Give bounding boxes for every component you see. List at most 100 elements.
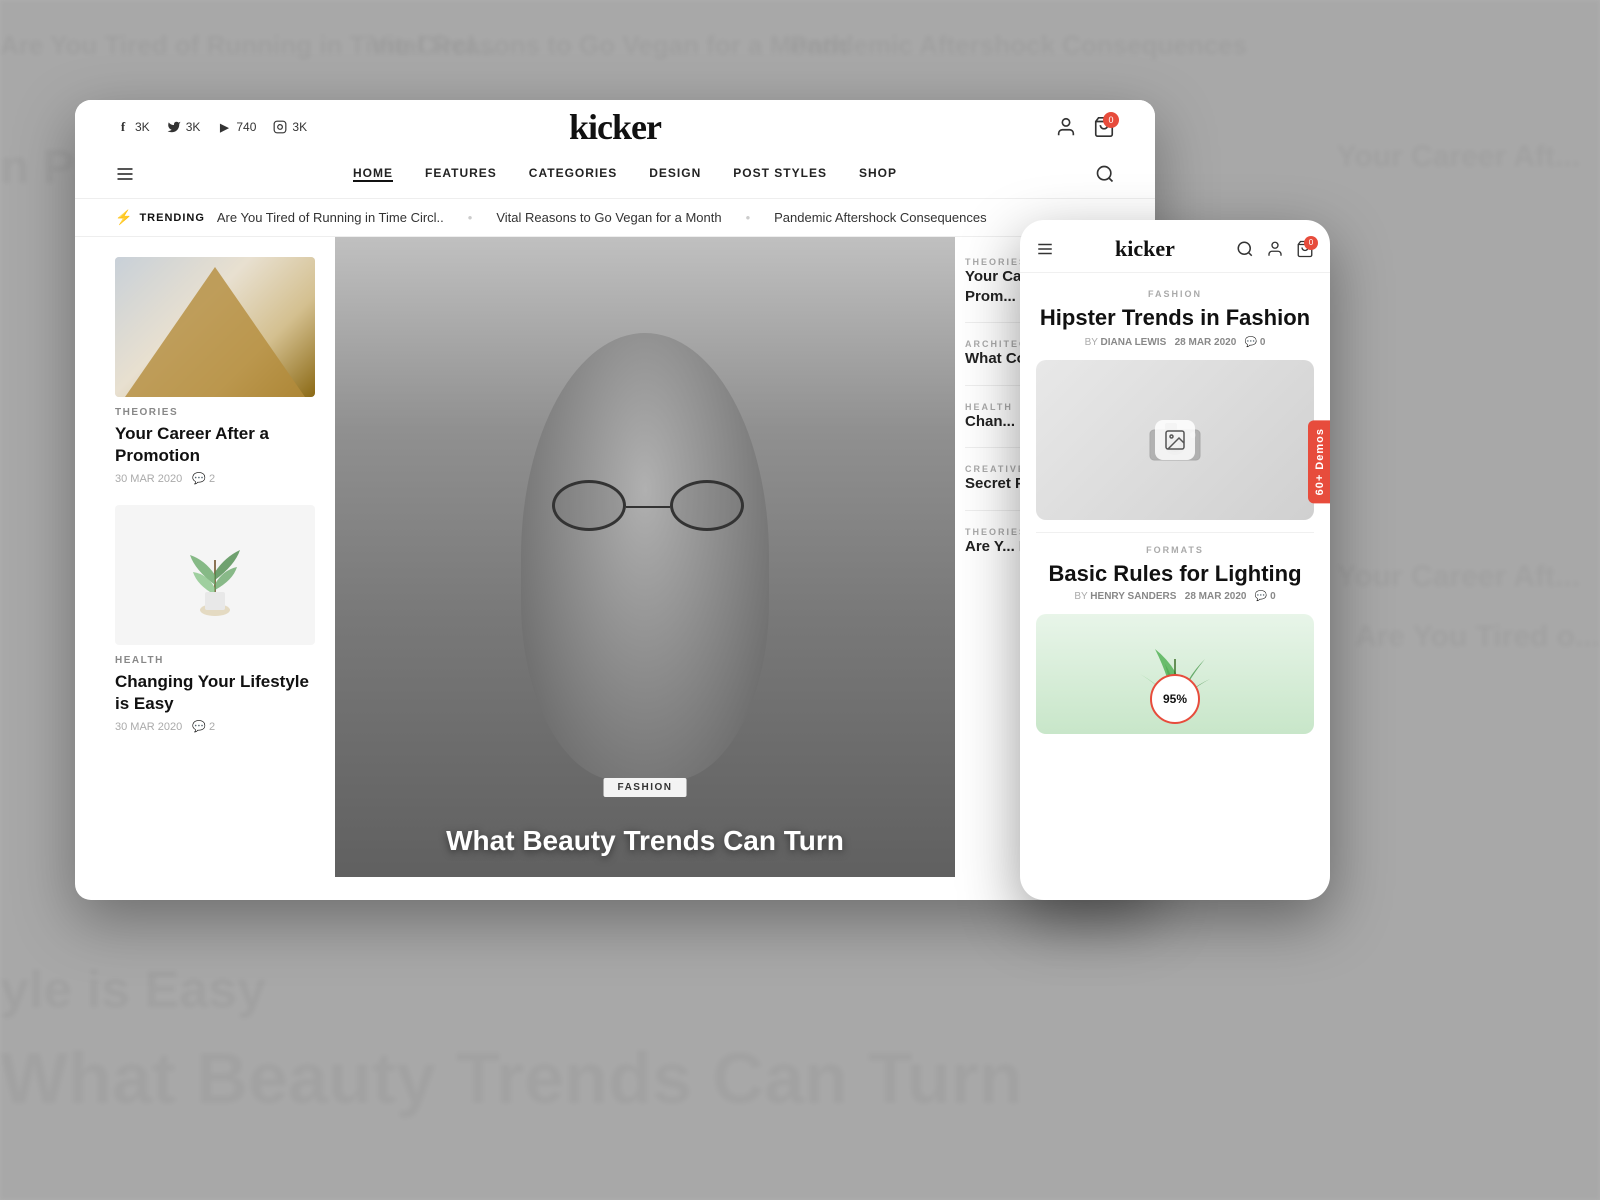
mobile-date: 28 MAR 2020: [1175, 337, 1237, 348]
header-top: f 3K 3K ▶ 740 3K: [115, 100, 1115, 150]
comment-icon-lifestyle: 💬 2: [192, 720, 215, 733]
mobile-author: DIANA LEWIS: [1101, 337, 1167, 348]
mobile-image-card[interactable]: [1036, 360, 1314, 520]
mobile-content: FASHION Hipster Trends in Fashion BY DIA…: [1020, 273, 1330, 750]
nav-design[interactable]: DESIGN: [649, 166, 701, 182]
mobile-plant-image[interactable]: 95%: [1036, 614, 1314, 734]
arch-decoration: [125, 267, 305, 397]
article-title-career[interactable]: Your Career After a Promotion: [115, 423, 315, 467]
mobile-header: kicker 0: [1020, 220, 1330, 273]
instagram-count: 3K: [292, 120, 307, 134]
article-card-lifestyle: HEALTH Changing Your Lifestyle is Easy 3…: [115, 505, 315, 733]
left-articles: THEORIES Your Career After a Promotion 3…: [75, 237, 335, 877]
mobile-section-divider: [1036, 532, 1314, 533]
article-meta-lifestyle: 30 MAR 2020 💬 2: [115, 720, 315, 733]
trending-items: Are You Tired of Running in Time Circl..…: [217, 210, 987, 225]
twitter-icon: [166, 119, 182, 135]
bolt-icon: ⚡: [115, 209, 133, 226]
mobile-formats-label: FORMATS: [1036, 545, 1314, 555]
nav-home[interactable]: HOME: [353, 166, 393, 182]
mobile-comments-2: 0: [1270, 591, 1276, 602]
trending-item-0[interactable]: Are You Tired of Running in Time Circl..: [217, 210, 444, 225]
nav-post-styles[interactable]: POST STYLES: [733, 166, 827, 182]
bg-text-5: yle is Easy: [0, 960, 266, 1020]
image-icon: [1163, 428, 1187, 452]
nav-shop[interactable]: SHOP: [859, 166, 897, 182]
percent-value: 95%: [1163, 692, 1187, 706]
article-title-lifestyle[interactable]: Changing Your Lifestyle is Easy: [115, 671, 315, 715]
nav-links: HOME FEATURES CATEGORIES DESIGN POST STY…: [159, 166, 1091, 182]
site-header: f 3K 3K ▶ 740 3K: [75, 100, 1155, 199]
nav-categories[interactable]: CATEGORIES: [529, 166, 617, 182]
article-date-lifestyle: 30 MAR 2020: [115, 721, 182, 733]
mobile-author-2: HENRY SANDERS: [1090, 591, 1176, 602]
bg-text-7: Your Career Aft...: [1337, 140, 1580, 174]
header-actions: 0: [1055, 116, 1115, 138]
trending-item-2[interactable]: Pandemic Aftershock Consequences: [774, 210, 986, 225]
sep-1: •: [468, 210, 473, 225]
article-img-lifestyle[interactable]: [115, 505, 315, 645]
social-links: f 3K 3K ▶ 740 3K: [115, 119, 307, 135]
mobile-comments: 0: [1260, 337, 1266, 348]
bg-text-3: Pandemic Aftershock Consequences: [790, 30, 1247, 61]
bg-text-8: Your Career Aft...: [1337, 560, 1580, 594]
article-date-career: 30 MAR 2020: [115, 473, 182, 485]
hamburger-menu[interactable]: [115, 164, 135, 184]
trending-bar: ⚡ TRENDING Are You Tired of Running in T…: [75, 199, 1155, 237]
trending-item-1[interactable]: Vital Reasons to Go Vegan for a Month: [496, 210, 721, 225]
mobile-featured-title[interactable]: Hipster Trends in Fashion: [1036, 305, 1314, 331]
hero-badge: FASHION: [604, 778, 687, 797]
mobile-user-icon[interactable]: [1266, 240, 1284, 258]
main-nav: HOME FEATURES CATEGORIES DESIGN POST STY…: [115, 150, 1115, 198]
hero-image: FASHION What Beauty Trends Can Turn: [335, 237, 955, 877]
youtube-count: 740: [236, 120, 256, 134]
demos-tab[interactable]: 60+ Demos: [1308, 420, 1330, 503]
cart-button[interactable]: 0: [1093, 116, 1115, 138]
youtube-social[interactable]: ▶ 740: [216, 119, 256, 135]
mobile-header-icons: 0: [1236, 240, 1314, 258]
facebook-icon: f: [115, 119, 131, 135]
mobile-cart-button[interactable]: 0: [1296, 240, 1314, 258]
trending-text: TRENDING: [139, 212, 204, 224]
article-meta-career: 30 MAR 2020 💬 2: [115, 472, 315, 485]
site-logo[interactable]: kicker: [569, 106, 661, 148]
mobile-hamburger[interactable]: [1036, 240, 1054, 258]
mobile-logo[interactable]: kicker: [1115, 236, 1175, 262]
center-hero[interactable]: FASHION What Beauty Trends Can Turn: [335, 237, 955, 877]
instagram-social[interactable]: 3K: [272, 119, 307, 135]
youtube-icon: ▶: [216, 119, 232, 135]
trending-label: ⚡ TRENDING: [115, 209, 205, 226]
plant-decoration: [115, 505, 315, 645]
article-img-career[interactable]: [115, 257, 315, 397]
hero-title: What Beauty Trends Can Turn: [446, 825, 844, 857]
mobile-featured-category: FASHION: [1036, 289, 1314, 299]
mobile-featured-meta: BY DIANA LEWIS 28 MAR 2020 💬 0: [1036, 337, 1314, 348]
percent-badge: 95%: [1150, 674, 1200, 724]
facebook-count: 3K: [135, 120, 150, 134]
mobile-date-2: 28 MAR 2020: [1185, 591, 1247, 602]
article-card-career: THEORIES Your Career After a Promotion 3…: [115, 257, 315, 485]
facebook-social[interactable]: f 3K: [115, 119, 150, 135]
bg-text-9: Are You Tired o...: [1355, 620, 1600, 654]
sep-2: •: [746, 210, 751, 225]
cart-count: 0: [1103, 112, 1119, 128]
user-icon[interactable]: [1055, 116, 1077, 138]
plant-svg: [175, 530, 255, 620]
desktop-mockup: f 3K 3K ▶ 740 3K: [75, 100, 1155, 900]
comment-icon-career: 💬 2: [192, 472, 215, 485]
mobile-image-placeholder: [1036, 360, 1314, 520]
twitter-count: 3K: [186, 120, 201, 134]
mobile-cart-count: 0: [1304, 236, 1318, 250]
instagram-icon: [272, 119, 288, 135]
mobile-mockup: kicker 0 FASHION Hipster Trends in Fashi…: [1020, 220, 1330, 900]
nav-features[interactable]: FEATURES: [425, 166, 497, 182]
mobile-search-icon[interactable]: [1236, 240, 1254, 258]
twitter-social[interactable]: 3K: [166, 119, 201, 135]
search-button[interactable]: [1095, 164, 1115, 184]
mobile-formats-title[interactable]: Basic Rules for Lighting: [1036, 561, 1314, 587]
article-category-health: HEALTH: [115, 655, 315, 666]
content-area: THEORIES Your Career After a Promotion 3…: [75, 237, 1155, 877]
bg-text-2: Vital Reasons to Go Vegan for a Month: [370, 30, 848, 61]
bg-text-6: What Beauty Trends Can Turn: [0, 1038, 1023, 1120]
article-category-theories: THEORIES: [115, 407, 315, 418]
